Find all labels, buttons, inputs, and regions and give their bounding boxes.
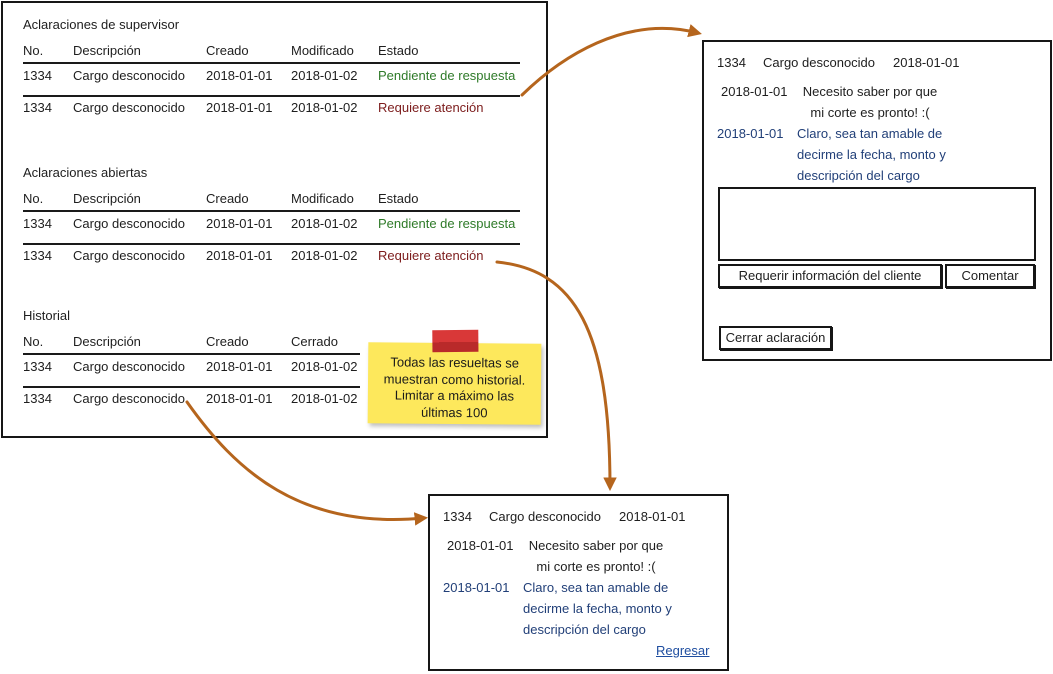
customer-message: Necesito saber por que mi corte es pront… [528, 538, 664, 574]
row-created-date: 2018-01-01 [206, 391, 273, 406]
request-customer-info-button[interactable]: Requerir información del cliente [718, 264, 942, 288]
clarification-detail-readonly: 1334 Cargo desconocido 2018-01-01 2018-0… [428, 494, 729, 671]
row-id: 1334 [23, 100, 52, 115]
status-pending: Pendiente de respuesta [378, 68, 516, 83]
message-date: 2018-01-01 [447, 538, 514, 553]
table-row[interactable]: 1334 Cargo desconocido 2018-01-01 2018-0… [23, 248, 523, 264]
status-attention: Requiere atención [378, 100, 484, 115]
flow-arrow-supervisor-to-editable-detail [520, 24, 702, 97]
section-title: Aclaraciones de supervisor [23, 17, 180, 32]
row-description: Cargo desconocido [73, 359, 186, 374]
row-closed-date: 2018-01-02 [291, 359, 358, 374]
row-created-date: 2018-01-01 [206, 359, 273, 374]
customer-message: Necesito saber por que mi corte es pront… [802, 84, 938, 120]
comment-button[interactable]: Comentar [945, 264, 1035, 288]
table-header: No. Descripción Creado Modificado Estado [23, 43, 523, 59]
row-description: Cargo desconocido [73, 216, 186, 231]
message-date: 2018-01-01 [721, 84, 788, 99]
detail-date: 2018-01-01 [619, 509, 686, 524]
row-id: 1334 [23, 216, 52, 231]
tape-decoration [432, 329, 479, 353]
header-divider [23, 353, 360, 355]
table-row[interactable]: 1334 Cargo desconocido 2018-01-01 2018-0… [23, 68, 523, 84]
row-modified-date: 2018-01-02 [291, 68, 358, 83]
row-description: Cargo desconocido [73, 68, 186, 83]
row-divider [23, 243, 520, 245]
row-id: 1334 [23, 391, 52, 406]
detail-description: Cargo desconocido [489, 509, 602, 524]
detail-description: Cargo desconocido [763, 55, 876, 70]
agent-reply: Claro, sea tan amable de decirme la fech… [523, 580, 672, 637]
header-divider [23, 62, 520, 64]
sticky-note-text: Todas las resueltas se muestran como his… [383, 354, 526, 420]
table-row[interactable]: 1334 Cargo desconocido 2018-01-01 2018-0… [23, 100, 523, 116]
row-id: 1334 [23, 359, 52, 374]
status-pending: Pendiente de respuesta [378, 216, 516, 231]
supervisor-clarifications-section: Aclaraciones de supervisor No. Descripci… [23, 17, 543, 127]
table-header: No. Descripción Creado Cerrado [23, 334, 363, 350]
column-header-no: No. [23, 43, 44, 58]
column-header-description: Descripción [73, 191, 141, 206]
detail-id: 1334 [443, 509, 472, 524]
row-modified-date: 2018-01-02 [291, 100, 358, 115]
sticky-note: Todas las resueltas se muestran como his… [367, 329, 542, 425]
column-header-created: Creado [206, 191, 249, 206]
agent-reply: Claro, sea tan amable de decirme la fech… [797, 126, 946, 183]
row-modified-date: 2018-01-02 [291, 216, 358, 231]
row-description: Cargo desconocido [73, 100, 186, 115]
detail-date: 2018-01-01 [893, 55, 960, 70]
row-created-date: 2018-01-01 [206, 248, 273, 263]
column-header-created: Creado [206, 43, 249, 58]
row-divider [23, 386, 360, 388]
open-clarifications-section: Aclaraciones abiertas No. Descripción Cr… [23, 165, 543, 275]
detail-id: 1334 [717, 55, 746, 70]
column-header-created: Creado [206, 334, 249, 349]
status-attention: Requiere atención [378, 248, 484, 263]
row-id: 1334 [23, 68, 52, 83]
row-created-date: 2018-01-01 [206, 68, 273, 83]
column-header-modified: Modificado [291, 43, 354, 58]
row-created-date: 2018-01-01 [206, 100, 273, 115]
row-modified-date: 2018-01-02 [291, 248, 358, 263]
row-created-date: 2018-01-01 [206, 216, 273, 231]
reply-date: 2018-01-01 [443, 580, 510, 595]
row-closed-date: 2018-01-02 [291, 391, 358, 406]
column-header-no: No. [23, 191, 44, 206]
row-divider [23, 95, 520, 97]
table-row[interactable]: 1334 Cargo desconocido 2018-01-01 2018-0… [23, 391, 363, 407]
column-header-closed: Cerrado [291, 334, 338, 349]
table-header: No. Descripción Creado Modificado Estado [23, 191, 523, 207]
column-header-description: Descripción [73, 43, 141, 58]
clarifications-list-screen: Aclaraciones de supervisor No. Descripci… [1, 1, 548, 438]
reply-date: 2018-01-01 [717, 126, 784, 141]
row-description: Cargo desconocido [73, 248, 186, 263]
wireframe-canvas: Aclaraciones de supervisor No. Descripci… [0, 0, 1053, 674]
section-title: Historial [23, 308, 70, 323]
column-header-status: Estado [378, 191, 419, 206]
table-row[interactable]: 1334 Cargo desconocido 2018-01-01 2018-0… [23, 216, 523, 232]
column-header-status: Estado [378, 43, 419, 58]
row-description: Cargo desconocido [73, 391, 186, 406]
table-row[interactable]: 1334 Cargo desconocido 2018-01-01 2018-0… [23, 359, 363, 375]
close-clarification-button[interactable]: Cerrar aclaración [719, 326, 832, 350]
row-id: 1334 [23, 248, 52, 263]
column-header-no: No. [23, 334, 44, 349]
section-title: Aclaraciones abiertas [23, 165, 148, 180]
clarification-detail-editable: 1334 Cargo desconocido 2018-01-01 2018-0… [702, 40, 1052, 361]
back-link[interactable]: Regresar [656, 643, 709, 659]
comment-textarea[interactable] [718, 187, 1036, 261]
header-divider [23, 210, 520, 212]
column-header-modified: Modificado [291, 191, 354, 206]
column-header-description: Descripción [73, 334, 141, 349]
